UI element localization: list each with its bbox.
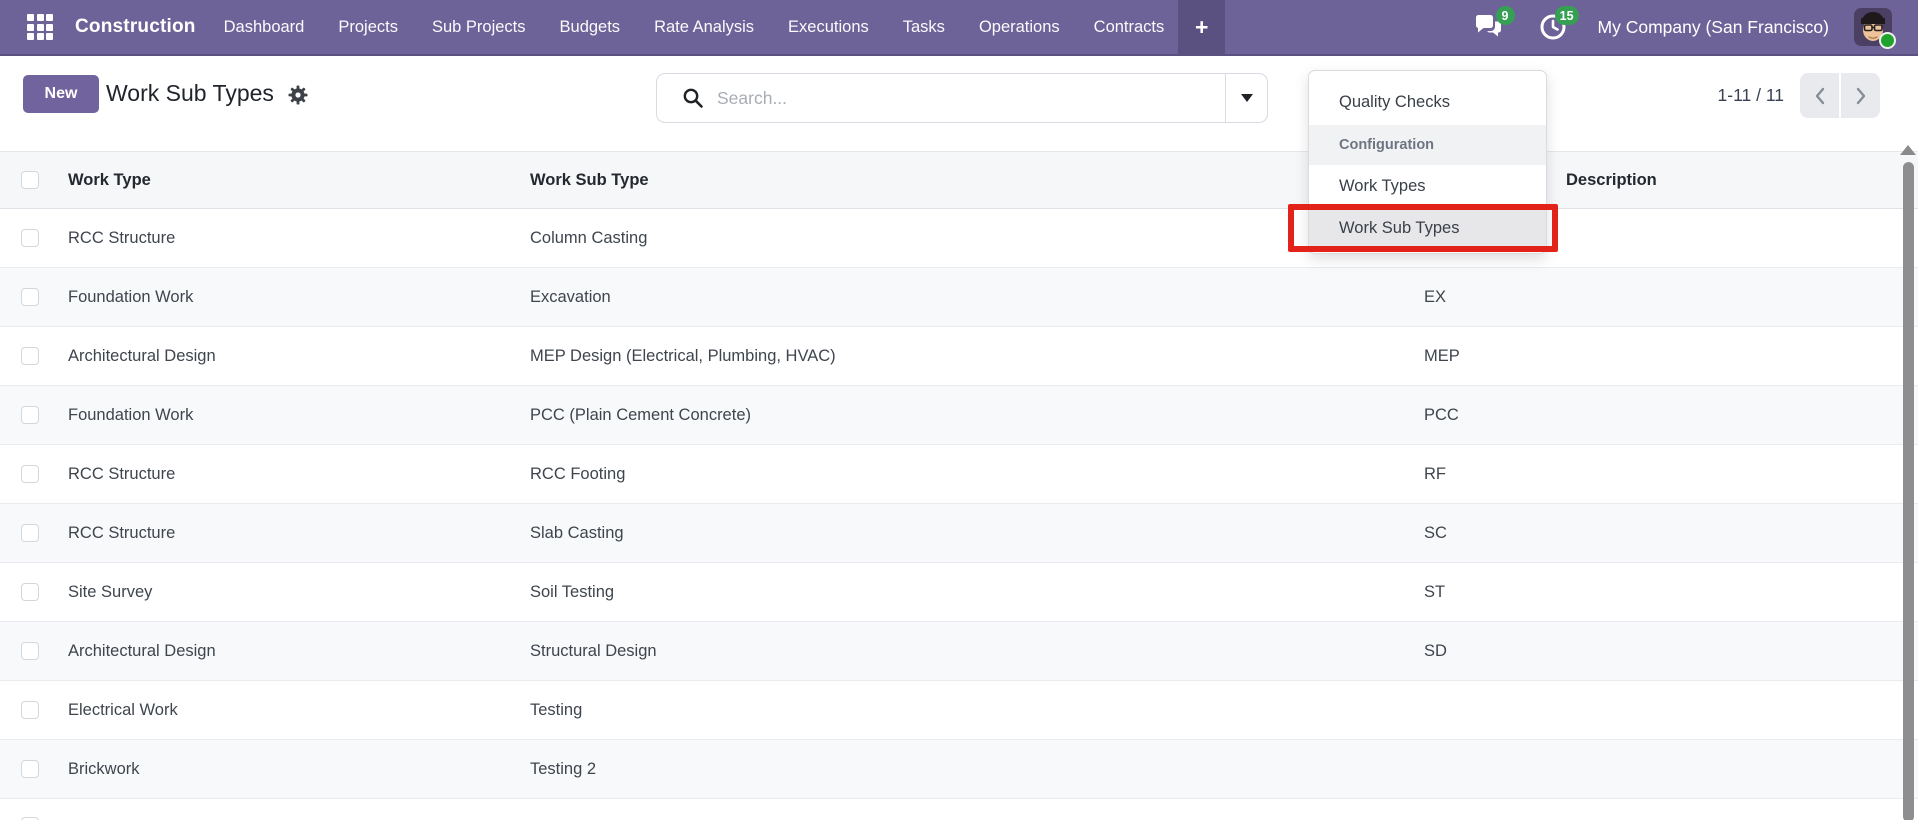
table-row[interactable]: Architectural Design MEP Design (Electri… [0, 327, 1918, 386]
table-row[interactable]: Electrical Work Testing [0, 681, 1918, 740]
messages-count-badge: 9 [1495, 6, 1515, 25]
row-checkbox[interactable] [21, 642, 39, 660]
row-checkbox[interactable] [21, 229, 39, 247]
search-filter-toggle[interactable] [1225, 74, 1267, 122]
cell-work-sub-type: Slab Casting [530, 523, 624, 542]
activities-button[interactable]: 15 [1538, 6, 1579, 42]
chevron-left-icon [1813, 86, 1827, 106]
table-row[interactable]: RCC Structure Slab Casting SC [0, 504, 1918, 563]
cell-work-type: Electrical Work [68, 700, 178, 719]
online-status-dot [1879, 32, 1896, 49]
plus-menu-dropdown: Quality Checks Configuration Work Types … [1308, 70, 1547, 254]
cell-code: EX [1424, 287, 1447, 306]
cell-work-sub-type: MEP Design (Electrical, Plumbing, HVAC) [530, 346, 836, 365]
column-header-work-type[interactable]: Work Type [60, 171, 522, 190]
cell-work-sub-type: Column Casting [530, 228, 648, 247]
cell-work-type: Brickwork [68, 759, 140, 778]
cell-code: ST [1424, 582, 1446, 601]
cell-code: SC [1424, 523, 1447, 542]
chevron-right-icon [1854, 86, 1868, 106]
chevron-down-icon [1240, 94, 1253, 102]
cell-work-type: Architectural Design [68, 641, 216, 660]
cell-work-sub-type: Structural Design [530, 641, 657, 660]
menu-item-rate-analysis[interactable]: Rate Analysis [654, 18, 754, 37]
row-checkbox[interactable] [21, 465, 39, 483]
scrollbar-thumb[interactable] [1903, 162, 1914, 820]
cell-work-sub-type: PCC (Plain Cement Concrete) [530, 405, 751, 424]
table-header-row: Work Type Work Sub Type Description [0, 151, 1918, 209]
user-avatar[interactable] [1854, 8, 1896, 49]
menu-item-executions[interactable]: Executions [788, 18, 869, 37]
pager-next-button[interactable] [1841, 73, 1880, 118]
table-row[interactable]: Foundation Work Excavation EX [0, 268, 1918, 327]
cell-work-type: Architectural Design [68, 346, 216, 365]
messages-button[interactable]: 9 [1474, 6, 1515, 42]
cell-work-type: Foundation Work [68, 287, 194, 306]
menu-item-projects[interactable]: Projects [338, 18, 398, 37]
menu-item-operations[interactable]: Operations [979, 18, 1060, 37]
search-input[interactable] [717, 87, 1225, 109]
magnifier-icon [681, 86, 705, 110]
dropdown-item-quality-checks[interactable]: Quality Checks [1309, 79, 1546, 125]
menu-item-budgets[interactable]: Budgets [560, 18, 621, 37]
row-checkbox[interactable] [21, 701, 39, 719]
cell-work-type: Foundation Work [68, 405, 194, 424]
row-checkbox[interactable] [21, 406, 39, 424]
search-bar [656, 73, 1268, 123]
row-checkbox[interactable] [21, 347, 39, 365]
table-row[interactable]: Foundation Work PCC (Plain Cement Concre… [0, 386, 1918, 445]
row-checkbox[interactable] [21, 524, 39, 542]
cell-work-sub-type: RCC Footing [530, 464, 626, 483]
select-all-checkbox[interactable] [21, 171, 39, 189]
cell-work-type: RCC Structure [68, 464, 176, 483]
column-header-work-sub-type[interactable]: Work Sub Type [522, 171, 1416, 190]
systray: 9 15 My Company (San Francisco) [1440, 6, 1918, 49]
page-title: Work Sub Types [106, 80, 274, 106]
cell-work-type: RCC Structure [68, 523, 176, 542]
table-row[interactable]: RCC Structure Column Casting [0, 209, 1918, 268]
dropdown-item-work-types[interactable]: Work Types [1309, 165, 1546, 207]
cell-code: MEP [1424, 346, 1460, 365]
company-switcher[interactable]: My Company (San Francisco) [1598, 17, 1829, 38]
cell-code: SD [1424, 641, 1447, 660]
scrollbar-up-arrow[interactable] [1900, 145, 1916, 155]
apps-grid-icon[interactable] [27, 14, 53, 40]
table-row[interactable]: Architectural Design Structural Design S… [0, 622, 1918, 681]
pager-previous-button[interactable] [1800, 73, 1839, 118]
main-menu: Dashboard Projects Sub Projects Budgets … [224, 18, 1165, 37]
cell-code: RF [1424, 464, 1446, 483]
plus-menu-button[interactable]: + [1178, 0, 1226, 55]
cell-work-sub-type: Soil Testing [530, 582, 615, 601]
view-settings-gear-icon[interactable] [288, 85, 308, 105]
top-navbar: Construction Dashboard Projects Sub Proj… [0, 0, 1918, 56]
dropdown-section-configuration: Configuration [1309, 125, 1546, 165]
work-sub-types-list: Work Type Work Sub Type Description RCC … [0, 151, 1918, 820]
pager-range: 1-11 / 11 [1717, 85, 1784, 105]
cell-work-sub-type: Excavation [530, 287, 611, 306]
column-header-description[interactable]: Description [1558, 171, 1918, 190]
cell-code: PCC [1424, 405, 1459, 424]
menu-item-sub-projects[interactable]: Sub Projects [432, 18, 526, 37]
row-checkbox[interactable] [21, 288, 39, 306]
cell-work-type: Site Survey [68, 582, 153, 601]
cell-work-type: RCC Structure [68, 228, 176, 247]
app-name[interactable]: Construction [75, 16, 196, 38]
page-title-area: Work Sub Types [106, 80, 308, 107]
new-button[interactable]: New [23, 75, 99, 113]
table-row[interactable]: Brickwork Testing 2 [0, 740, 1918, 799]
table-row-partial[interactable] [0, 799, 1918, 820]
row-checkbox[interactable] [21, 760, 39, 778]
menu-item-tasks[interactable]: Tasks [903, 18, 945, 37]
menu-item-dashboard[interactable]: Dashboard [224, 18, 305, 37]
control-panel: New Work Sub Types Search... 1-11 / 11 [0, 56, 1918, 151]
cell-work-sub-type: Testing 2 [530, 759, 597, 778]
table-row[interactable]: Site Survey Soil Testing ST [0, 563, 1918, 622]
dropdown-item-work-sub-types[interactable]: Work Sub Types [1309, 207, 1546, 249]
menu-item-contracts[interactable]: Contracts [1094, 18, 1165, 37]
row-checkbox[interactable] [21, 583, 39, 601]
activities-count-badge: 15 [1554, 6, 1579, 25]
cell-work-sub-type: Testing [530, 700, 583, 719]
pager: 1-11 / 11 [1718, 73, 1880, 118]
table-row[interactable]: RCC Structure RCC Footing RF [0, 445, 1918, 504]
